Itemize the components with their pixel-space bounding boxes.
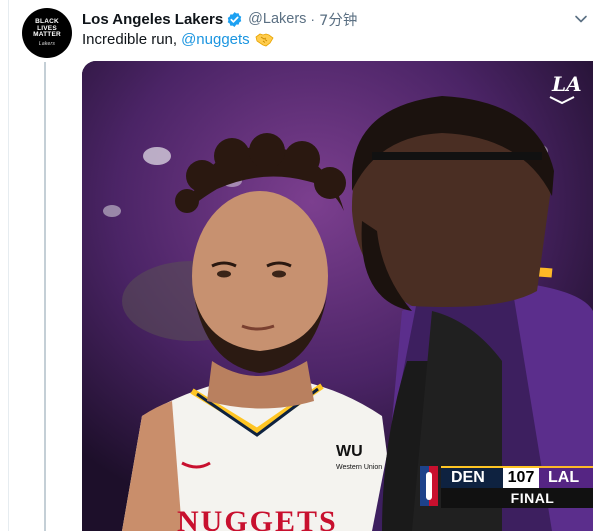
team1-abbr: DEN	[441, 466, 503, 488]
tweet-media-video[interactable]: WU Western Union NUGGETS LA DEN 107 LAL …	[82, 61, 593, 531]
chevron-down-icon[interactable]	[574, 12, 588, 26]
author-name[interactable]: Los Angeles Lakers	[82, 11, 223, 28]
avatar[interactable]: BLACK LIVES MATTER Lakers	[22, 8, 72, 58]
tweet-body: Incredible run, @nuggets	[82, 31, 274, 48]
team2-abbr: LAL	[539, 466, 593, 488]
timeline-divider	[8, 0, 9, 531]
jersey-sponsor-sub: Western Union	[336, 464, 382, 471]
scorebug-teams-row: DEN 107 LAL	[441, 466, 593, 488]
thread-connector-line	[44, 62, 46, 531]
team1-score: 107	[503, 466, 539, 488]
tweet-header: Los Angeles Lakers @Lakers · 7分钟	[82, 9, 357, 29]
mention-link[interactable]: @nuggets	[181, 31, 250, 48]
lakers-watermark-logo: LA	[551, 72, 582, 96]
game-status: FINAL	[441, 488, 593, 508]
jersey-sponsor: WU	[336, 443, 363, 460]
meta-separator: ·	[310, 11, 316, 27]
timestamp[interactable]: 7分钟	[319, 9, 357, 30]
avatar-signature: Lakers	[38, 40, 56, 47]
tweet-text: Incredible run,	[82, 31, 178, 48]
jersey-text: NUGGETS	[177, 505, 338, 531]
author-handle[interactable]: @Lakers	[248, 11, 306, 27]
verified-badge-icon	[226, 11, 243, 28]
handshake-emoji-icon	[255, 31, 274, 48]
scorebug: DEN 107 LAL FINAL	[420, 466, 593, 508]
scorebug-main: DEN 107 LAL FINAL	[441, 466, 593, 508]
avatar-text-line-3: MATTER	[33, 31, 61, 38]
nba-logo-icon	[420, 466, 438, 506]
